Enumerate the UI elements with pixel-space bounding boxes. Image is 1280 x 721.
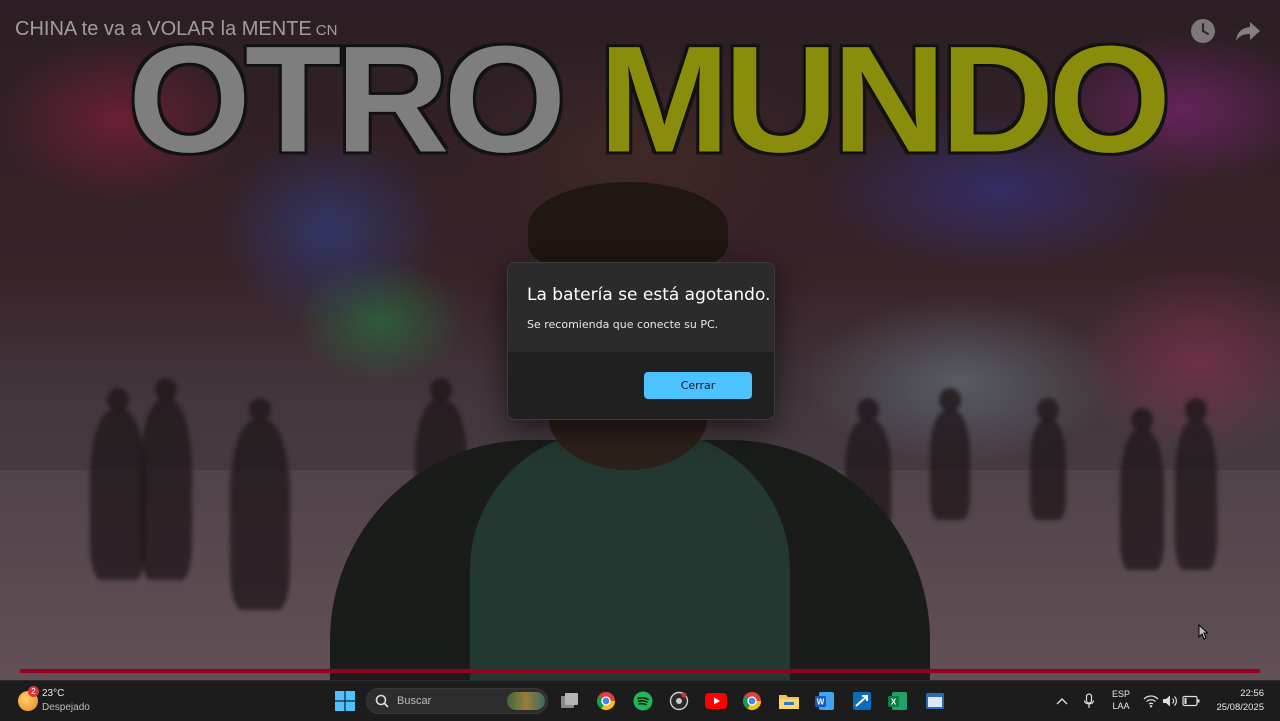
- dialog-message: Se recomienda que conecte su PC.: [527, 318, 719, 331]
- crowd-figure: [1120, 408, 1164, 570]
- weather-condition: Despejado: [42, 702, 90, 713]
- volume-icon[interactable]: [1159, 690, 1181, 712]
- search-placeholder: Buscar: [397, 695, 432, 707]
- file-explorer-icon[interactable]: [778, 690, 800, 712]
- crowd-figure: [90, 388, 146, 580]
- close-button[interactable]: Cerrar: [644, 372, 752, 399]
- language-indicator[interactable]: ESP LAA: [1108, 689, 1134, 711]
- taskbar: 2 23°C Despejado Buscar W X ESP LAA 22:5…: [0, 680, 1280, 721]
- search-highlight-image: [507, 692, 545, 710]
- weather-badge: 2: [28, 686, 39, 697]
- crowd-figure: [230, 398, 290, 610]
- windows-start-icon[interactable]: [334, 690, 356, 712]
- search-icon: [375, 694, 389, 713]
- presenter-hair: [528, 182, 728, 272]
- video-title[interactable]: CHINA te va a VOLAR la MENTE CN: [15, 18, 337, 41]
- clock-date[interactable]: 25/08/2025: [1216, 702, 1264, 713]
- microphone-icon[interactable]: [1078, 690, 1100, 712]
- thumbnail-headline: OTRO MUNDO: [128, 15, 1171, 185]
- crowd-figure: [1030, 398, 1066, 520]
- battery-icon[interactable]: [1180, 690, 1202, 712]
- spotify-icon[interactable]: [632, 690, 654, 712]
- battery-low-dialog: La batería se está agotando. Se recomien…: [507, 262, 775, 420]
- language-line-2: LAA: [1112, 701, 1130, 711]
- language-line-1: ESP: [1111, 689, 1130, 699]
- dialog-footer: Cerrar: [508, 352, 774, 419]
- window-app-icon[interactable]: [924, 690, 946, 712]
- youtube-icon[interactable]: [705, 690, 727, 712]
- video-title-text: CHINA te va a VOLAR la MENTE: [15, 18, 312, 40]
- weather-temp: 23°C: [42, 688, 65, 699]
- dialog-title: La batería se está agotando.: [527, 285, 771, 305]
- chrome-icon[interactable]: [595, 690, 617, 712]
- video-progress-bar[interactable]: [20, 669, 1260, 673]
- video-title-suffix: CN: [315, 22, 338, 39]
- crowd-figure: [1175, 398, 1217, 570]
- word-icon[interactable]: W: [814, 690, 836, 712]
- mouse-cursor-icon: [1198, 623, 1209, 645]
- task-view-icon[interactable]: [559, 690, 581, 712]
- svg-text:W: W: [817, 698, 825, 707]
- remote-desktop-icon[interactable]: [851, 690, 873, 712]
- watch-later-icon[interactable]: [1189, 17, 1217, 45]
- clock-time[interactable]: 22:56: [1240, 688, 1264, 699]
- svg-text:X: X: [891, 698, 897, 707]
- crowd-figure: [140, 378, 192, 580]
- chevron-up-icon[interactable]: [1051, 690, 1073, 712]
- crowd-figure: [930, 388, 970, 520]
- headline-word-2: MUNDO: [598, 15, 1171, 185]
- excel-icon[interactable]: X: [887, 690, 909, 712]
- share-icon[interactable]: [1234, 17, 1262, 45]
- taskbar-search[interactable]: Buscar: [366, 688, 548, 714]
- weather-widget[interactable]: 2 23°C Despejado: [14, 685, 124, 717]
- chrome-alt-icon[interactable]: [741, 690, 763, 712]
- app-icon[interactable]: [668, 690, 690, 712]
